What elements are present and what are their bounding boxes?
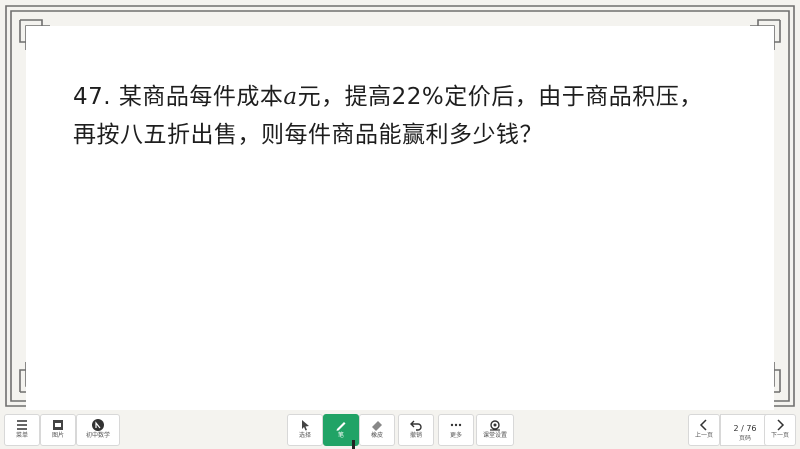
eraser-tool-button[interactable]: 橡皮: [359, 414, 395, 446]
menu-icon: [17, 420, 27, 430]
app-icon: [92, 419, 104, 431]
question-variable: a: [283, 84, 298, 110]
eraser-icon: [372, 421, 382, 431]
settings-icon: [490, 420, 500, 431]
pen-tool-label: 笔: [337, 432, 344, 439]
page-label: 页码: [738, 435, 751, 442]
gallery-label: 图片: [51, 432, 64, 439]
gallery-button[interactable]: 图片: [40, 414, 76, 446]
question-text: 47. 某商品每件成本a元，提高22%定价后，由于商品积压， 再按八五折出售，则…: [73, 78, 753, 154]
prev-page-button[interactable]: 上一页: [688, 414, 720, 446]
bottom-toolbar: 菜单 图片 初中数学 选择 笔 橡皮 撤销 更多 课堂设置 上一页 2 / 76…: [0, 412, 800, 449]
select-tool-button[interactable]: 选择: [287, 414, 323, 446]
undo-button[interactable]: 撤销: [398, 414, 434, 446]
more-button[interactable]: 更多: [438, 414, 474, 446]
question-line2: 再按八五折出售，则每件商品能赢利多少钱？: [73, 122, 543, 148]
undo-icon: [410, 420, 422, 431]
gallery-icon: [53, 420, 63, 430]
menu-button[interactable]: 菜单: [4, 414, 40, 446]
menu-label: 菜单: [15, 432, 28, 439]
next-page-label: 下一页: [770, 432, 789, 439]
question-line1-prefix: 47. 某商品每件成本: [73, 84, 284, 110]
next-page-button[interactable]: 下一页: [764, 414, 796, 446]
prev-page-label: 上一页: [694, 432, 713, 439]
undo-label: 撤销: [409, 432, 422, 439]
app-label: 初中数学: [85, 432, 110, 439]
page-indicator[interactable]: 2 / 76 页码: [720, 414, 770, 446]
settings-label: 课堂设置: [482, 432, 507, 439]
chevron-right-icon: [777, 419, 785, 431]
chevron-left-icon: [699, 419, 707, 431]
eraser-tool-label: 橡皮: [370, 432, 383, 439]
question-line1-suffix: 元，提高22%定价后，由于商品积压，: [297, 84, 703, 110]
page-number: 2 / 76: [733, 424, 757, 433]
more-label: 更多: [449, 432, 462, 439]
mouse-cursor: [352, 440, 355, 449]
app-button[interactable]: 初中数学: [76, 414, 120, 446]
select-tool-label: 选择: [298, 432, 311, 439]
settings-button[interactable]: 课堂设置: [476, 414, 514, 446]
pointer-icon: [302, 420, 309, 431]
more-icon: [450, 423, 462, 427]
pen-icon: [336, 422, 346, 431]
